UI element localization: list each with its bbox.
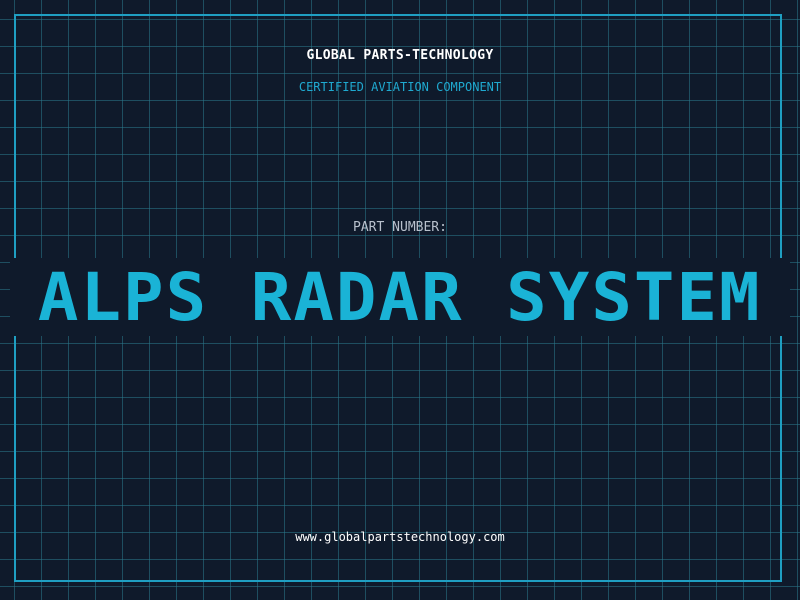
certification-subtitle: CERTIFIED AVIATION COMPONENT: [298, 80, 502, 94]
title-band: ALPS RADAR SYSTEM: [10, 258, 790, 336]
company-name: GLOBAL PARTS-TECHNOLOGY: [306, 48, 494, 63]
part-number-label: PART NUMBER:: [353, 220, 447, 235]
website-url: www.globalpartstechnology.com: [295, 530, 505, 544]
part-title: ALPS RADAR SYSTEM: [38, 258, 762, 336]
page-canvas: GLOBAL PARTS-TECHNOLOGY CERTIFIED AVIATI…: [0, 0, 800, 600]
